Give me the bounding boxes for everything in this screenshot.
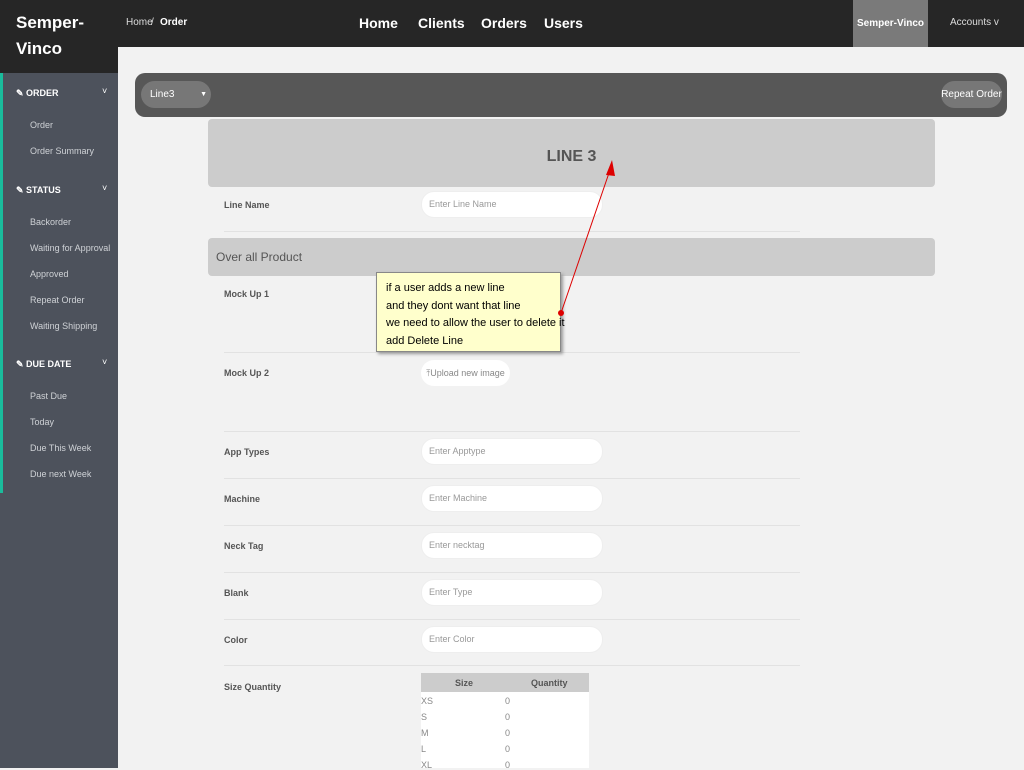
- annotation-arrow: [558, 160, 615, 316]
